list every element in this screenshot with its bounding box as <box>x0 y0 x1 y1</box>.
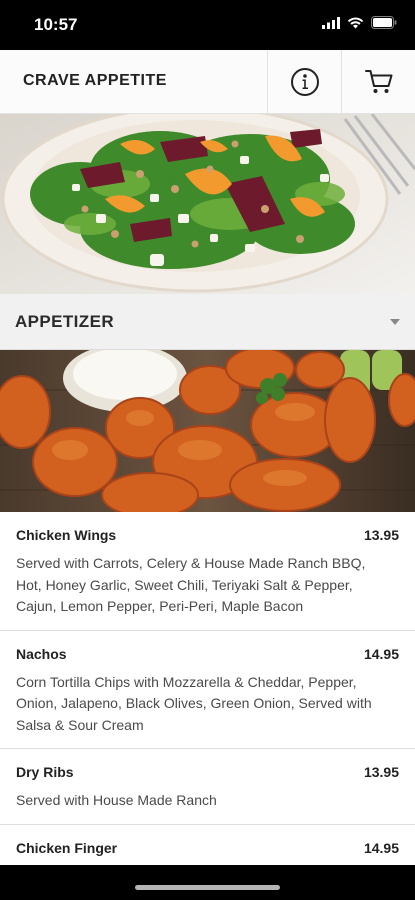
menu-item-chicken-finger[interactable]: Chicken Finger 14.95 <box>0 825 415 866</box>
status-bar: 10:57 <box>0 0 415 50</box>
menu-item-dry-ribs[interactable]: Dry Ribs 13.95 Served with House Made Ra… <box>0 749 415 825</box>
cart-icon <box>364 70 392 93</box>
item-price: 14.95 <box>363 645 399 662</box>
item-name: Chicken Wings <box>16 527 117 543</box>
status-time: 10:57 <box>34 15 78 34</box>
home-indicator[interactable] <box>135 885 280 890</box>
wings-illustration <box>0 350 415 512</box>
item-name: Nachos <box>16 645 67 662</box>
menu-list: Chicken Wings 13.95 Served with Carrots,… <box>0 512 415 865</box>
item-price: 13.95 <box>363 764 399 780</box>
app-header: CRAVE APPETITE <box>0 50 415 114</box>
category-image <box>0 350 415 512</box>
signal-icon <box>322 16 340 29</box>
category-title: APPETIZER <box>15 312 115 331</box>
salad-illustration <box>0 114 415 294</box>
menu-item-chicken-wings[interactable]: Chicken Wings 13.95 Served with Carrots,… <box>0 512 415 631</box>
item-description: Served with Carrots, Celery & House Made… <box>16 555 366 614</box>
wifi-icon <box>347 17 364 28</box>
app-title: CRAVE APPETITE <box>23 72 167 89</box>
battery-icon <box>371 16 397 29</box>
info-button[interactable] <box>267 50 341 114</box>
status-icons <box>322 16 397 29</box>
bottom-bar <box>0 865 415 900</box>
hero-salad-image <box>0 114 415 294</box>
item-price: 14.95 <box>363 839 399 856</box>
category-dropdown[interactable]: APPETIZER <box>0 294 415 350</box>
menu-item-nachos[interactable]: Nachos 14.95 Corn Tortilla Chips with Mo… <box>0 631 415 749</box>
info-icon <box>290 68 319 96</box>
caret-down-icon <box>390 319 400 325</box>
item-name: Dry Ribs <box>16 764 74 780</box>
item-name: Chicken Finger <box>16 839 118 856</box>
item-price: 13.95 <box>363 527 399 543</box>
item-description: Corn Tortilla Chips with Mozzarella & Ch… <box>16 673 372 733</box>
cart-button[interactable] <box>341 50 415 114</box>
item-description: Served with House Made Ranch <box>16 792 217 808</box>
